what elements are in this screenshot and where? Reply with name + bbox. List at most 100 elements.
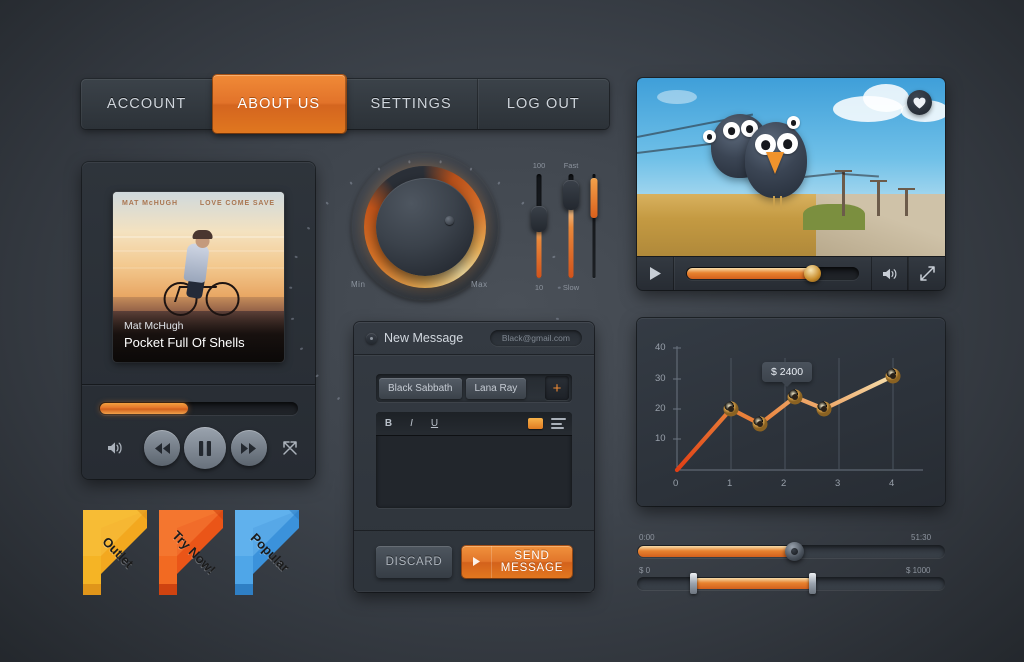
vertical-slider-speed[interactable]: Fast Slow [558,161,584,292]
time-slider-handle[interactable] [785,542,804,561]
vertical-sliders: 100 10 Fast Slow [520,160,602,295]
cover-track-title: Pocket Full Of Shells [124,335,245,351]
recipient-tag[interactable]: Black Sabbath [379,377,462,399]
add-recipient-button[interactable]: + [545,376,569,400]
fullscreen-icon [919,266,935,281]
chart-svg [673,346,923,473]
new-message-panel: New Message Black@gmail.com Black Sabbat… [354,322,594,592]
player-forward-button[interactable] [231,430,267,466]
video-volume-button[interactable] [871,256,908,290]
bird-eye [787,116,800,129]
price-slider-min-label: $ 0 [639,566,651,575]
nav-tab-settings[interactable]: SETTINGS [346,79,478,129]
chart-ytick: 30 [655,373,666,384]
send-message-label: SEND MESSAGE [500,549,564,574]
nav-tab-account[interactable]: ACCOUNT [81,79,214,129]
slider-handle[interactable] [563,180,579,210]
corner-ribbons: Outlet Try Now! Popular [83,510,318,595]
message-title: New Message [384,331,464,345]
video-play-button[interactable] [637,256,674,290]
top-nav: ACCOUNT ABOUT US SETTINGS LOG OUT [81,75,609,133]
rotary-knob[interactable]: Min Max [289,152,561,401]
fast-forward-icon [240,442,256,454]
ui-kit-canvas: ACCOUNT ABOUT US SETTINGS LOG OUT MAT Mc… [0,0,1024,662]
video-progress-fill [687,268,812,279]
chart-xtick: 4 [889,478,895,489]
knob-body[interactable] [376,178,474,276]
vertical-slider-volume[interactable]: 100 10 [526,161,552,292]
message-body-input[interactable] [376,436,572,508]
price-slider-fill [693,578,813,589]
ribbon-popular[interactable]: Popular [235,510,305,595]
line-chart: 40 30 20 10 0 1 2 3 4 $ 2400 [637,318,945,506]
vertical-slider-thin[interactable] [588,174,600,278]
cover-album-caps: LOVE COME SAVE [199,199,275,207]
chart-xtick: 0 [673,478,679,489]
bird-leg [780,196,782,210]
price-slider-max-label: $ 1000 [906,566,931,575]
chart-ytick: 20 [655,403,666,414]
favorite-button[interactable] [907,90,932,115]
video-progress-track[interactable] [686,265,859,282]
time-slider-min-label: 0:00 [639,533,655,542]
underline-button[interactable]: U [428,418,441,429]
cover-artist-caps: MAT McHUGH [122,199,178,207]
record-dot-icon [366,332,377,344]
bold-button[interactable]: B [382,418,395,429]
time-slider[interactable] [637,542,945,561]
video-pole [835,170,852,216]
slider-handle[interactable] [531,206,547,232]
slider-handle[interactable] [590,178,598,218]
heart-icon [913,97,926,108]
nav-tab-label: LOG OUT [506,96,580,112]
rewind-icon [154,442,170,454]
volume-icon [108,442,122,454]
price-range-slider[interactable] [637,573,945,594]
music-player: MAT McHUGH LOVE COME SAVE Mat McHugh Poc… [82,162,315,479]
recipients-field[interactable]: Black Sabbath Lana Ray + [376,374,572,402]
list-icon[interactable] [551,418,566,429]
chart-xtick: 3 [835,478,841,489]
time-slider-fill [638,546,794,557]
player-progress-fill [100,403,188,414]
ribbon-outlet[interactable]: Outlet [83,510,153,595]
video-controls [637,256,945,290]
knob-max-label: Max [471,280,488,289]
message-email-field[interactable]: Black@gmail.com [489,330,582,346]
message-header: New Message Black@gmail.com [354,322,594,355]
player-progress-track[interactable] [99,402,298,415]
player-shuffle-button[interactable] [274,432,306,464]
cover-info: Mat McHugh Pocket Full Of Shells [113,310,284,362]
italic-button[interactable]: I [405,418,418,429]
vertical-slider-bottom-label: Slow [562,283,580,292]
ribbon-shape [83,510,147,595]
play-icon [649,267,661,280]
discard-button[interactable]: DISCARD [376,545,452,578]
bird-eye [703,130,716,143]
recipient-tag[interactable]: Lana Ray [465,377,527,399]
editor-toolbar: B I U [376,412,572,436]
price-slider-start-handle[interactable] [690,573,697,594]
video-progress-handle[interactable] [804,265,821,282]
cover-artist-name: Mat McHugh [124,319,184,332]
image-icon[interactable] [528,418,543,429]
video-wire [842,173,879,178]
ribbon-try-now[interactable]: Try Now! [159,510,229,595]
pause-icon [199,440,211,456]
player-pause-button[interactable] [184,427,226,469]
video-pole [870,180,887,216]
video-player [637,78,945,290]
chart-tooltip: $ 2400 [762,362,813,382]
nav-tab-log-out[interactable]: LOG OUT [478,79,609,129]
chart-xtick: 1 [727,478,733,489]
player-volume-button[interactable] [99,432,131,464]
slider-fill [568,200,574,278]
cover-caption-row: MAT McHUGH LOVE COME SAVE [113,192,284,214]
message-editor[interactable]: B I U [376,412,572,508]
volume-icon [883,268,897,279]
player-rewind-button[interactable] [144,430,180,466]
video-fullscreen-button[interactable] [908,256,945,290]
send-message-button[interactable]: SEND MESSAGE [462,545,572,578]
nav-tab-about-us[interactable]: ABOUT US [213,75,346,133]
price-slider-end-handle[interactable] [809,573,816,594]
